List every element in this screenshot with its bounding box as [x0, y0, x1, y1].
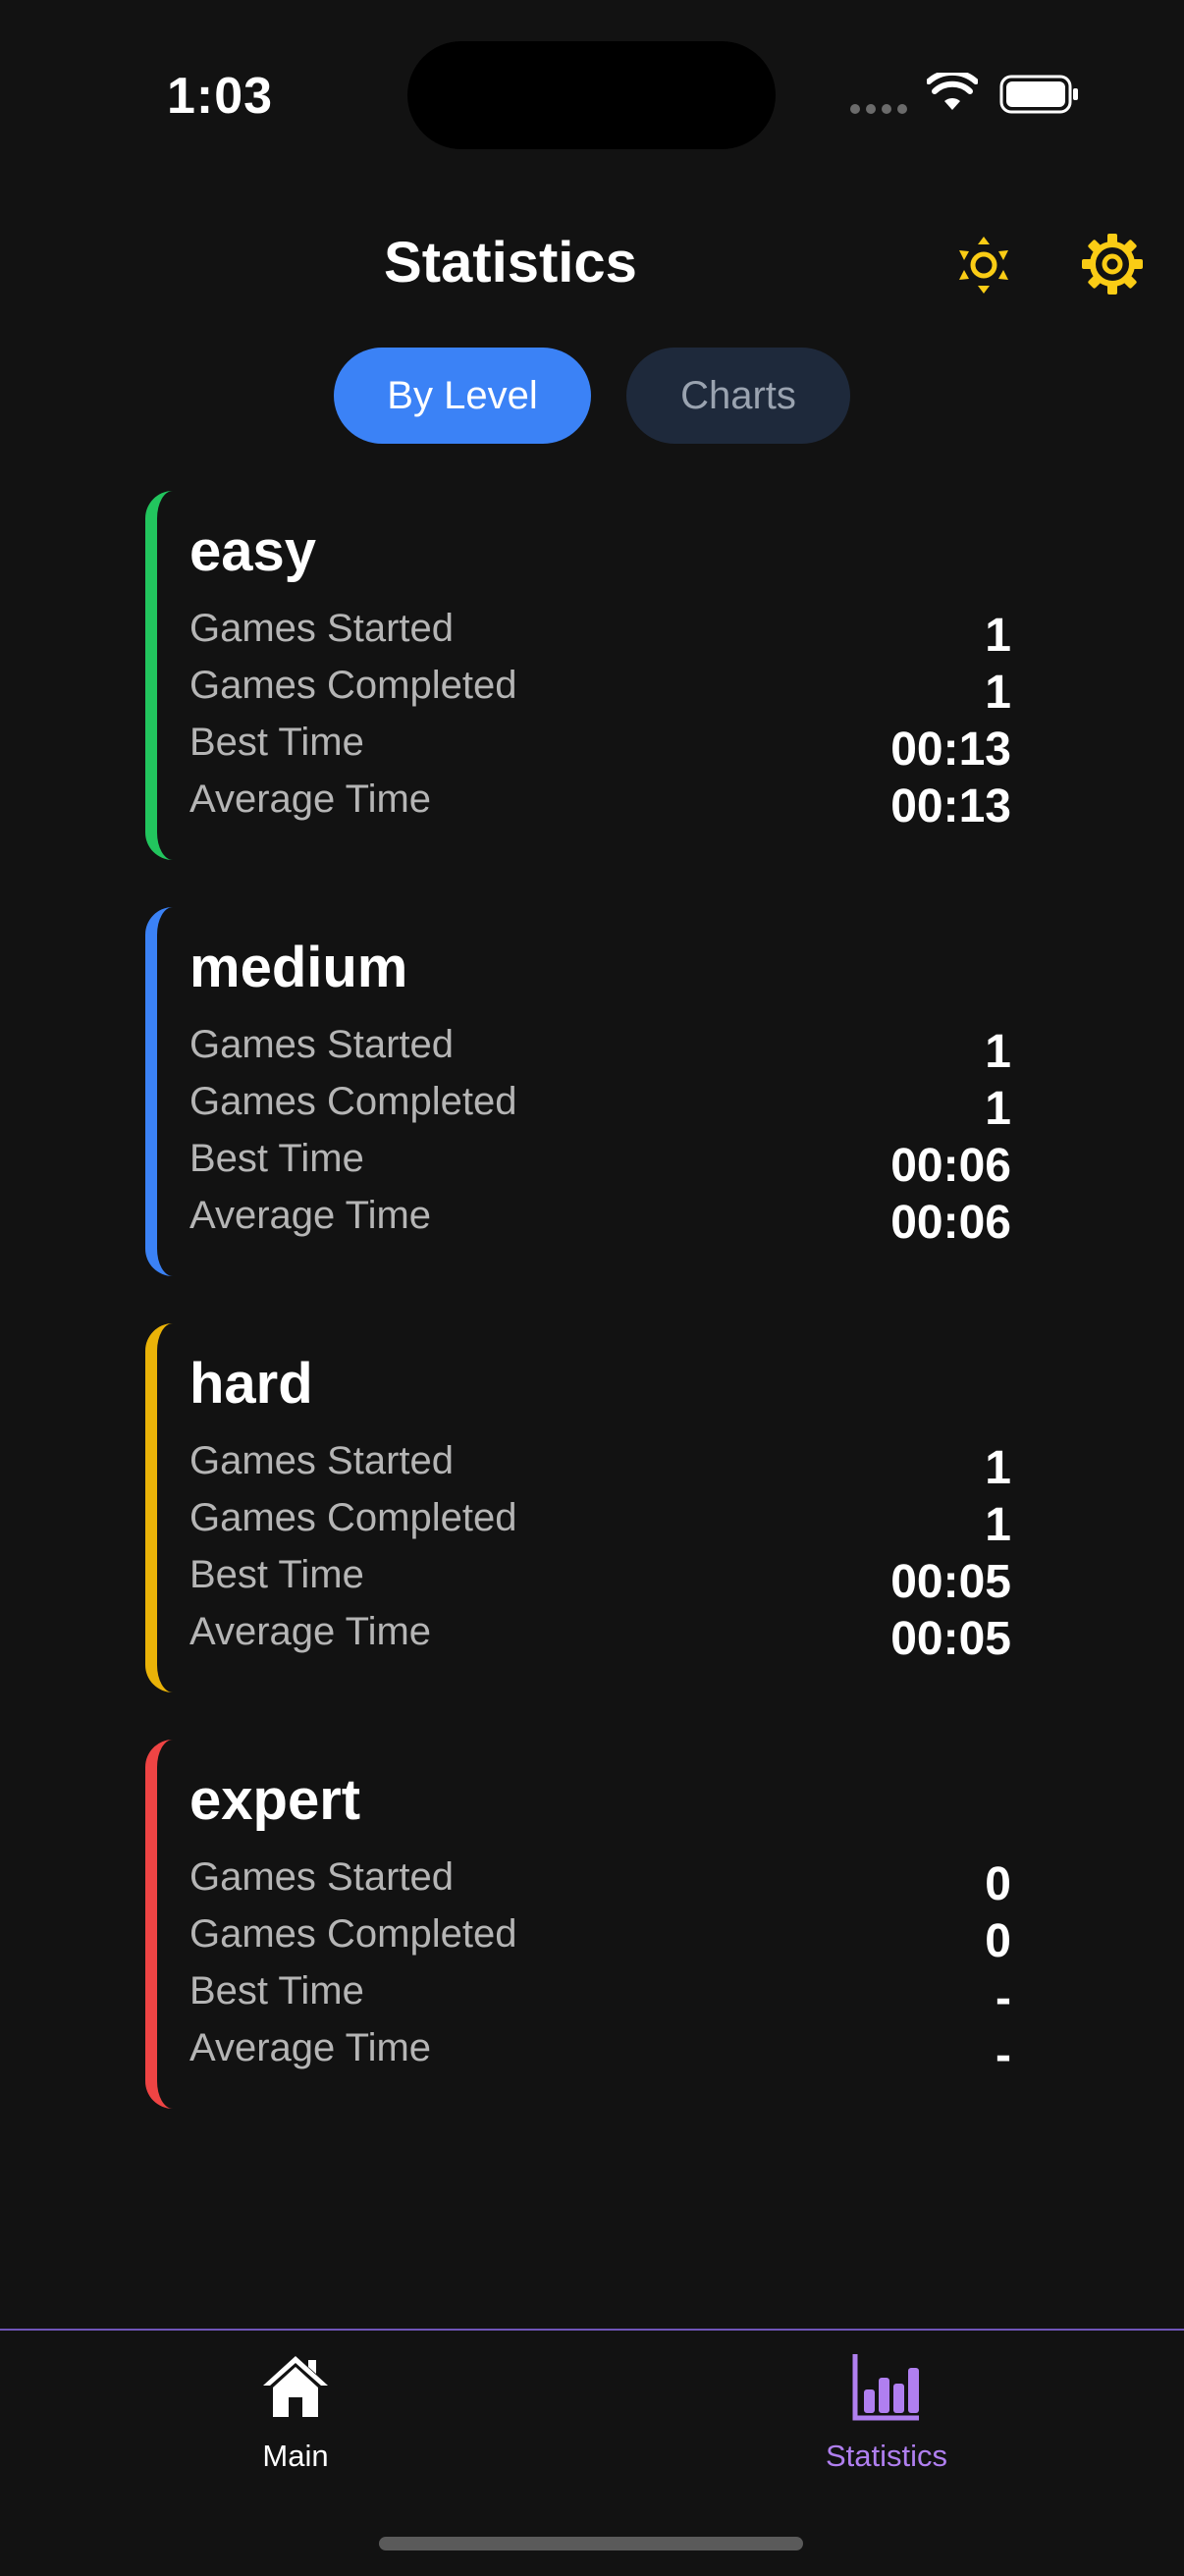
stat-value: 0 — [985, 1858, 1011, 1910]
level-card-expert: expert Games Started 0 Games Completed 0… — [145, 1740, 1011, 2109]
tab-charts[interactable]: Charts — [626, 348, 850, 444]
stat-row-average-time: Average Time - — [189, 2026, 1011, 2083]
stat-value: 00:05 — [890, 1613, 1011, 1665]
stat-row-games-completed: Games Completed 1 — [189, 1496, 1011, 1553]
stat-label: Average Time — [189, 1194, 432, 1237]
stat-value: 00:06 — [890, 1140, 1011, 1192]
stat-row-games-started: Games Started 1 — [189, 1023, 1011, 1080]
stat-label: Average Time — [189, 778, 432, 821]
theme-toggle-button[interactable] — [954, 236, 1013, 295]
stat-row-average-time: Average Time 00:06 — [189, 1194, 1011, 1251]
stat-row-average-time: Average Time 00:05 — [189, 1610, 1011, 1667]
level-card-hard: hard Games Started 1 Games Completed 1 B… — [145, 1323, 1011, 1692]
stat-label: Games Completed — [189, 664, 517, 707]
stat-row-games-completed: Games Completed 1 — [189, 1080, 1011, 1137]
stat-value: 1 — [985, 667, 1011, 719]
level-accent-bar — [145, 1740, 173, 2109]
stat-label: Best Time — [189, 1969, 364, 2012]
level-accent-bar — [145, 907, 173, 1276]
sun-icon — [959, 237, 1008, 294]
stat-row-games-started: Games Started 0 — [189, 1855, 1011, 1912]
page-title: Statistics — [384, 231, 637, 295]
nav-tab-main[interactable]: Main — [148, 2331, 443, 2488]
home-icon — [263, 2356, 328, 2417]
stat-row-games-started: Games Started 1 — [189, 1439, 1011, 1496]
stat-label: Games Completed — [189, 1080, 517, 1123]
stat-label: Games Started — [189, 1855, 455, 1899]
stat-value: 1 — [985, 610, 1011, 662]
dynamic-island — [407, 41, 776, 149]
stat-row-games-completed: Games Completed 0 — [189, 1912, 1011, 1969]
stat-label: Games Started — [189, 1023, 455, 1066]
stat-value: 1 — [985, 1499, 1011, 1551]
stat-row-best-time: Best Time 00:13 — [189, 721, 1011, 778]
stat-value: 00:06 — [890, 1197, 1011, 1249]
level-card-easy: easy Games Started 1 Games Completed 1 B… — [145, 491, 1011, 860]
nav-tab-statistics[interactable]: Statistics — [739, 2331, 1034, 2488]
stat-value: 1 — [985, 1026, 1011, 1078]
stat-row-best-time: Best Time 00:06 — [189, 1137, 1011, 1194]
stat-label: Average Time — [189, 1610, 432, 1653]
level-card-medium: medium Games Started 1 Games Completed 1… — [145, 907, 1011, 1276]
stat-label: Games Started — [189, 607, 455, 650]
level-name: medium — [189, 936, 408, 999]
stat-row-best-time: Best Time - — [189, 1969, 1011, 2026]
nav-tab-label: Statistics — [825, 2439, 948, 2473]
status-time: 1:03 — [167, 68, 274, 125]
stat-value: 00:13 — [890, 780, 1011, 832]
stat-value: - — [996, 2029, 1011, 2081]
stat-value: 00:13 — [890, 724, 1011, 776]
stat-value: 0 — [985, 1915, 1011, 1967]
stat-row-average-time: Average Time 00:13 — [189, 778, 1011, 834]
stat-row-games-completed: Games Completed 1 — [189, 664, 1011, 721]
stat-label: Games Started — [189, 1439, 455, 1482]
level-name: easy — [189, 519, 317, 583]
stat-row-games-started: Games Started 1 — [189, 607, 1011, 664]
stat-label: Games Completed — [189, 1496, 517, 1539]
home-indicator — [379, 2537, 803, 2550]
stat-value: 1 — [985, 1083, 1011, 1135]
cellular-signal-icon — [850, 104, 907, 114]
stat-label: Best Time — [189, 1137, 364, 1180]
stat-label: Games Completed — [189, 1912, 517, 1956]
level-name: hard — [189, 1352, 313, 1416]
stat-value: 1 — [985, 1442, 1011, 1494]
gear-icon — [1082, 234, 1143, 295]
bar-chart-icon — [852, 2354, 919, 2421]
stat-row-best-time: Best Time 00:05 — [189, 1553, 1011, 1610]
tab-by-level[interactable]: By Level — [334, 348, 591, 444]
stat-label: Best Time — [189, 1553, 364, 1596]
battery-icon — [999, 75, 1078, 114]
wifi-icon — [927, 73, 978, 110]
stat-label: Average Time — [189, 2026, 432, 2069]
level-accent-bar — [145, 1323, 173, 1692]
level-accent-bar — [145, 491, 173, 860]
nav-tab-label: Main — [262, 2439, 329, 2473]
stat-value: - — [996, 1972, 1011, 2024]
settings-button[interactable] — [1080, 232, 1145, 296]
stat-label: Best Time — [189, 721, 364, 764]
stat-value: 00:05 — [890, 1556, 1011, 1608]
level-name: expert — [189, 1768, 361, 1832]
